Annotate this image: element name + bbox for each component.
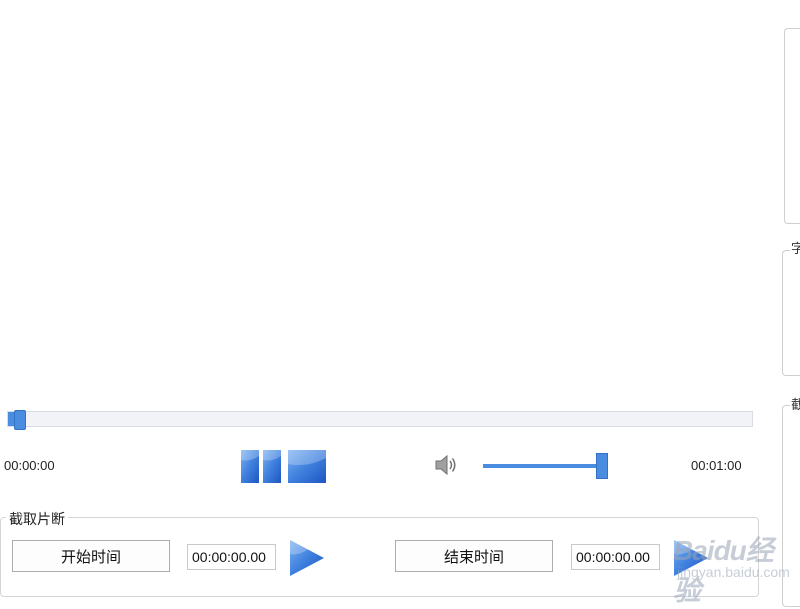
preview-end-play-button[interactable] [672,540,710,576]
right-panel-capture [782,405,800,607]
right-panel-subtitle-label: 字 [790,242,800,255]
right-panel-capture-label: 截 [790,398,800,411]
volume-slider[interactable] [483,453,608,479]
play-icon [290,540,324,576]
current-time-label: 00:00:00 [4,458,55,473]
end-time-input[interactable] [571,544,660,570]
total-time-label: 00:01:00 [691,458,742,473]
volume-slider-fill [483,464,602,468]
volume-slider-thumb[interactable] [595,453,608,479]
stop-icon [288,450,326,483]
right-panel-subtitle [782,250,800,376]
end-time-button[interactable]: 结束时间 [395,540,553,572]
seek-bar[interactable] [7,410,753,430]
start-time-input[interactable] [187,544,276,570]
start-time-button[interactable]: 开始时间 [12,540,170,572]
volume-icon[interactable] [434,453,460,477]
pause-button[interactable] [241,450,281,483]
seek-bar-thumb[interactable] [13,410,26,430]
play-icon [674,540,708,576]
pause-icon [241,450,281,483]
preview-start-play-button[interactable] [288,540,326,576]
clip-section-title: 截取片断 [6,509,68,529]
video-display-area[interactable] [0,0,778,400]
right-panel-top [784,28,800,224]
stop-button[interactable] [288,450,326,483]
